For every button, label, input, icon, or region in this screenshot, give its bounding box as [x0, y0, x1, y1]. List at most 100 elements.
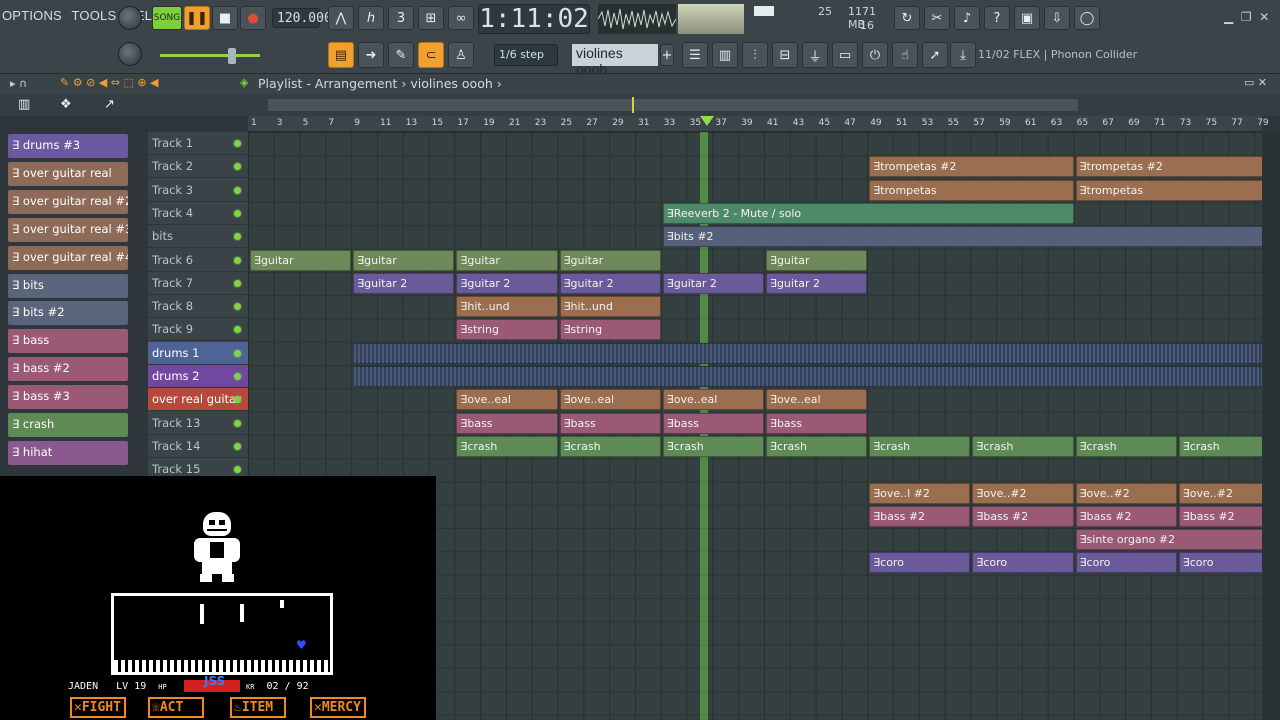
playlist-clip[interactable]: ∃trompetas #2: [1075, 156, 1262, 178]
playlist-clip[interactable]: ∃trompetas: [869, 179, 1074, 201]
record-audio-button[interactable]: ♪: [954, 6, 980, 30]
playlist-clip[interactable]: ∃ove..#2: [972, 482, 1074, 504]
piano-view-icon[interactable]: ▥: [18, 97, 30, 112]
playlist-clip[interactable]: ∃coro: [1178, 552, 1262, 574]
track-header[interactable]: drums 1: [148, 341, 248, 365]
automation-view-icon[interactable]: ↗: [104, 97, 115, 112]
record-button[interactable]: ●: [240, 6, 266, 30]
track-mute-led-icon[interactable]: [234, 186, 241, 194]
playlist-clip[interactable]: ∃string: [456, 319, 558, 341]
picker-item[interactable]: ∃ drums #3: [8, 134, 128, 158]
track-header[interactable]: over real guitar: [148, 388, 248, 412]
playlist-clip[interactable]: ∃crash: [662, 435, 764, 457]
playlist-clip[interactable]: ∃crash: [456, 435, 558, 457]
track-mute-led-icon[interactable]: [234, 442, 241, 450]
track-mute-led-icon[interactable]: [234, 279, 241, 287]
playlist-clip[interactable]: ∃bass: [766, 412, 868, 434]
playlist-clip[interactable]: ∃guitar 2: [662, 272, 764, 294]
picker-item[interactable]: ∃ hihat: [8, 440, 128, 465]
cut-button[interactable]: ✂: [924, 6, 950, 30]
master-volume-knob[interactable]: [118, 6, 142, 30]
drum-lane-clip[interactable]: [972, 366, 1262, 387]
playhead-marker-icon[interactable]: [700, 116, 714, 126]
picker-item[interactable]: ∃ bass: [8, 329, 128, 354]
countdown-button[interactable]: 3: [388, 6, 414, 30]
playlist-clip[interactable]: ∃crash: [1075, 435, 1177, 457]
playlist-menu-icon[interactable]: ▸ ∩: [10, 77, 27, 90]
piano-roll-button[interactable]: ▥: [712, 42, 738, 68]
undo-history-button[interactable]: ↻: [894, 6, 920, 30]
playlist-clip[interactable]: ∃bits #2: [662, 226, 1262, 248]
track-header[interactable]: drums 2: [148, 365, 248, 388]
playlist-clip[interactable]: ∃coro: [972, 552, 1074, 574]
touch-button[interactable]: ☝: [892, 42, 918, 68]
playlist-clip[interactable]: ∃crash: [869, 435, 971, 457]
mercy-button[interactable]: ✕MERCY: [310, 697, 366, 718]
track-mute-led-icon[interactable]: [234, 466, 241, 474]
picker-item[interactable]: ∃ crash: [8, 413, 128, 437]
menu-tools[interactable]: TOOLS: [72, 8, 117, 23]
playlist-clip[interactable]: ∃coro: [1075, 552, 1177, 574]
playlist-clip[interactable]: ∃bass: [559, 412, 661, 434]
playlist-clip[interactable]: ∃trompetas: [1075, 179, 1262, 201]
playlist-clip[interactable]: ∃string: [559, 319, 661, 341]
picker-item[interactable]: ∃ over guitar real #3: [8, 217, 128, 242]
track-mute-led-icon[interactable]: [234, 209, 241, 217]
track-mute-led-icon[interactable]: [234, 140, 241, 147]
playlist-clip[interactable]: ∃guitar: [353, 249, 455, 271]
track-mute-led-icon[interactable]: [234, 326, 241, 334]
playlist-clip[interactable]: ∃crash: [972, 435, 1074, 457]
track-header[interactable]: Track 4: [148, 202, 248, 225]
playlist-clip[interactable]: ∃guitar: [250, 249, 352, 271]
playlist-clip[interactable]: ∃guitar 2: [766, 272, 868, 294]
picker-item[interactable]: ∃ over guitar real #2: [8, 189, 128, 214]
playlist-clip[interactable]: ∃guitar 2: [559, 272, 661, 294]
minimize-icon[interactable]: ▁: [1224, 10, 1233, 24]
track-mute-led-icon[interactable]: [234, 303, 241, 311]
playlist-clip[interactable]: ∃ove..#2: [1075, 482, 1177, 504]
item-button[interactable]: ♨ITEM: [230, 697, 286, 718]
overview-scrollbar[interactable]: [268, 99, 1078, 111]
playlist-play-icon[interactable]: ◈: [240, 76, 248, 89]
wait-button[interactable]: ℎ: [358, 6, 384, 30]
playlist-clip[interactable]: ∃trompetas #2: [869, 156, 1074, 178]
track-mute-led-icon[interactable]: [234, 349, 241, 357]
playlist-clip[interactable]: ∃bass #2: [869, 505, 971, 527]
playlist-clip[interactable]: ∃guitar 2: [353, 272, 455, 294]
track-header[interactable]: Track 9: [148, 318, 248, 342]
snap-button[interactable]: ⊂: [418, 42, 444, 68]
master-pitch-knob[interactable]: [118, 42, 142, 66]
track-header[interactable]: Track 2: [148, 155, 248, 179]
playlist-clip[interactable]: ∃guitar: [766, 249, 868, 271]
metronome-button[interactable]: ⋀: [328, 6, 354, 30]
playlist-clip[interactable]: ∃bass: [662, 412, 764, 434]
track-header[interactable]: Track 3: [148, 179, 248, 202]
track-mute-led-icon[interactable]: [234, 373, 241, 380]
playlist-window-icons[interactable]: ▭ ✕: [1244, 76, 1267, 89]
playlist-clip[interactable]: ∃guitar 2: [456, 272, 558, 294]
plugin-button[interactable]: ⏻: [862, 42, 888, 68]
playlist-clip[interactable]: ∃guitar: [559, 249, 661, 271]
track-header[interactable]: Track 1: [148, 132, 248, 155]
playlist-clip[interactable]: ∃crash: [1178, 435, 1262, 457]
playlist-clip[interactable]: ∃ove..eal: [456, 389, 558, 411]
playlist-clip[interactable]: ∃ove..eal: [559, 389, 661, 411]
vertical-scrollbar[interactable]: [1262, 132, 1280, 720]
playlist-clip[interactable]: ∃guitar: [456, 249, 558, 271]
track-header[interactable]: bits: [148, 225, 248, 249]
restore-icon[interactable]: ❐: [1241, 10, 1252, 24]
brush-button[interactable]: ➚: [922, 42, 948, 68]
menu-options[interactable]: OPTIONS: [2, 8, 62, 23]
playlist-clip[interactable]: ∃coro: [869, 552, 971, 574]
mixer-button[interactable]: ⫶: [742, 42, 768, 68]
next-button[interactable]: ➜: [358, 42, 384, 68]
chat-button[interactable]: ◯: [1074, 6, 1100, 30]
playlist-clip[interactable]: ∃ove..eal: [766, 389, 868, 411]
playlist-clip[interactable]: ∃Reeverb 2 - Mute / solo: [662, 202, 1074, 224]
add-pattern-button[interactable]: +: [660, 44, 674, 66]
playlist-clip[interactable]: ∃crash: [766, 435, 868, 457]
track-header[interactable]: Track 6: [148, 249, 248, 272]
render-button[interactable]: ⇩: [1044, 6, 1070, 30]
picker-item[interactable]: ∃ over guitar real #4: [8, 245, 128, 270]
audio-view-icon[interactable]: ❖: [60, 97, 72, 112]
